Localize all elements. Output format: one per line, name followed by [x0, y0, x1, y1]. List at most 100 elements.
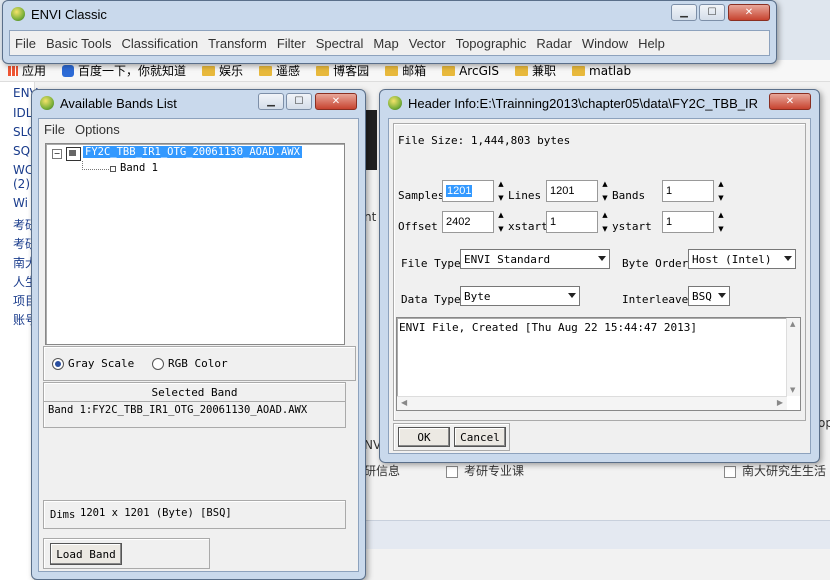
lines-input[interactable]: 1201 [546, 180, 598, 202]
close-icon: ✕ [785, 96, 795, 107]
menu-options[interactable]: Options [70, 122, 125, 137]
bands-client: File Options − FY2C_TBB_IR1_OTG_20061130… [38, 118, 359, 572]
ystart-input[interactable]: 1 [662, 211, 714, 233]
header-titlebar: Header Info:E:\Trainning2013\chapter05\d… [380, 90, 819, 116]
minimize-icon: ▁ [267, 96, 275, 107]
xstart-input[interactable]: 1 [546, 211, 598, 233]
offset-input[interactable]: 2402 [442, 211, 494, 233]
dims-label: Dims [50, 509, 76, 521]
checkbox[interactable] [724, 465, 736, 478]
bookmark-folder-matlab[interactable]: matlab [572, 64, 631, 78]
window-title: ENVI Classic [31, 6, 107, 22]
samples-input[interactable]: 1201 [442, 180, 494, 202]
menu-map[interactable]: Map [368, 36, 403, 51]
left-link[interactable]: IDL [13, 106, 32, 120]
scroll-right-icon[interactable]: ▶ [777, 398, 783, 407]
samples-spinner[interactable]: ▲ ▼ [496, 180, 506, 202]
scroll-up-icon[interactable]: ▲ [790, 320, 795, 328]
bands-input[interactable]: 1 [662, 180, 714, 202]
menu-classification[interactable]: Classification [116, 36, 203, 51]
file-size-text: File Size: 1,444,803 bytes [398, 134, 571, 147]
rgb-color-radio[interactable] [152, 358, 164, 370]
selected-band-value: Band 1:FY2C_TBB_IR1_OTG_20061130_AOAD.AW… [48, 404, 308, 416]
close-button[interactable]: ✕ [728, 4, 770, 21]
maximize-button[interactable]: ☐ [286, 93, 312, 110]
bookmark-apps[interactable]: 应用 [8, 62, 46, 79]
minimize-button[interactable]: ▁ [258, 93, 284, 110]
menu-file[interactable]: File [10, 36, 41, 51]
dims-value: 1201 x 1201 (Byte) [BSQ] [80, 507, 232, 519]
minimize-icon: ▁ [680, 7, 688, 18]
tree-file-node[interactable]: FY2C_TBB_IR1_OTG_20061130_AOAD.AWX [83, 146, 302, 158]
horizontal-scrollbar[interactable]: ◀ ▶ [397, 396, 787, 410]
file-type-dropdown[interactable]: ENVI Standard [460, 249, 610, 269]
left-link[interactable]: SQ [13, 144, 30, 158]
band-tree[interactable]: − FY2C_TBB_IR1_OTG_20061130_AOAD.AWX Ban… [45, 143, 345, 345]
folder-icon [259, 65, 273, 76]
interleave-dropdown[interactable]: BSQ [688, 286, 730, 306]
selected-band-group: Selected Band Band 1:FY2C_TBB_IR1_OTG_20… [43, 382, 346, 428]
bookmark-folder-yaogan[interactable]: 遥感 [259, 62, 300, 79]
envi-logo-icon [388, 96, 402, 110]
background-input-strip [362, 520, 830, 549]
down-arrow-icon: ▼ [498, 225, 504, 233]
load-band-button[interactable]: Load Band [50, 543, 122, 565]
gray-scale-radio[interactable] [52, 358, 64, 370]
menu-topographic[interactable]: Topographic [451, 36, 532, 51]
ystart-spinner[interactable]: ▲ ▼ [716, 211, 726, 233]
menu-spectral[interactable]: Spectral [311, 36, 369, 51]
load-band-group: Load Band [43, 538, 210, 569]
bands-spinner[interactable]: ▲ ▼ [716, 180, 726, 202]
bookmark-folder-youxiang[interactable]: 邮箱 [385, 62, 426, 79]
tree-band-node[interactable]: Band 1 [120, 162, 158, 174]
gray-scale-label: Gray Scale [68, 357, 135, 370]
maximize-button[interactable]: ☐ [699, 4, 725, 21]
menu-file[interactable]: File [39, 122, 70, 137]
menu-filter[interactable]: Filter [272, 36, 311, 51]
bookmark-folder-jianzhi[interactable]: 兼职 [515, 62, 556, 79]
offset-spinner[interactable]: ▲ ▼ [496, 211, 506, 233]
checkbox-item[interactable]: 考研专业课 [446, 462, 524, 479]
left-link[interactable]: (2) [13, 177, 30, 191]
menu-help[interactable]: Help [633, 36, 670, 51]
dims-group: Dims 1201 x 1201 (Byte) [BSQ] [43, 500, 346, 529]
close-button[interactable]: ✕ [315, 93, 357, 110]
checkbox[interactable] [446, 465, 458, 478]
menu-basic-tools[interactable]: Basic Tools [41, 36, 117, 51]
close-button[interactable]: ✕ [769, 93, 811, 110]
menu-window[interactable]: Window [577, 36, 633, 51]
xstart-label: xstart [508, 220, 548, 233]
menu-vector[interactable]: Vector [404, 36, 451, 51]
vertical-scrollbar[interactable]: ▲ ▼ [786, 318, 800, 396]
collapse-toggle-icon[interactable]: − [52, 149, 62, 159]
left-link[interactable]: Wi [13, 196, 28, 210]
menu-radar[interactable]: Radar [531, 36, 576, 51]
data-type-dropdown[interactable]: Byte [460, 286, 580, 306]
maximize-icon: ☐ [707, 7, 717, 18]
dropdown-arrow-icon [784, 256, 792, 261]
minimize-button[interactable]: ▁ [671, 4, 697, 21]
interleave-label: Interleave [622, 293, 689, 306]
description-textarea[interactable]: ENVI File, Created [Thu Aug 22 15:44:47 … [396, 317, 801, 411]
offset-label: Offset [398, 220, 438, 233]
cancel-button[interactable]: Cancel [454, 427, 506, 447]
envi-menubar: File Basic Tools Classification Transfor… [9, 30, 770, 56]
folder-icon [572, 65, 586, 76]
header-main-group: File Size: 1,444,803 bytes Samples 1201 … [393, 123, 806, 421]
lines-spinner[interactable]: ▲ ▼ [600, 180, 610, 202]
scroll-down-icon[interactable]: ▼ [790, 386, 795, 394]
rgb-color-label: RGB Color [168, 357, 228, 370]
byte-order-dropdown[interactable]: Host (Intel) [688, 249, 796, 269]
checkbox-item[interactable]: 南大研究生生活 [724, 462, 826, 479]
bookmark-folder-arcgis[interactable]: ArcGIS [442, 64, 499, 78]
ok-button[interactable]: OK [398, 427, 450, 447]
scroll-left-icon[interactable]: ◀ [401, 398, 407, 407]
menu-transform[interactable]: Transform [203, 36, 272, 51]
browser-left-panel: ENV IDL SLO SQ WC (2) Wi 考研 考研 南大 人生 项目 … [0, 82, 38, 580]
xstart-spinner[interactable]: ▲ ▼ [600, 211, 610, 233]
samples-label: Samples [398, 189, 445, 202]
file-type-label: File Type [401, 257, 461, 270]
bookmark-folder-boke[interactable]: 博客园 [316, 62, 369, 79]
bookmark-folder-yule[interactable]: 娱乐 [202, 62, 243, 79]
bookmark-baidu[interactable]: 百度一下，你就知道 [62, 62, 186, 79]
